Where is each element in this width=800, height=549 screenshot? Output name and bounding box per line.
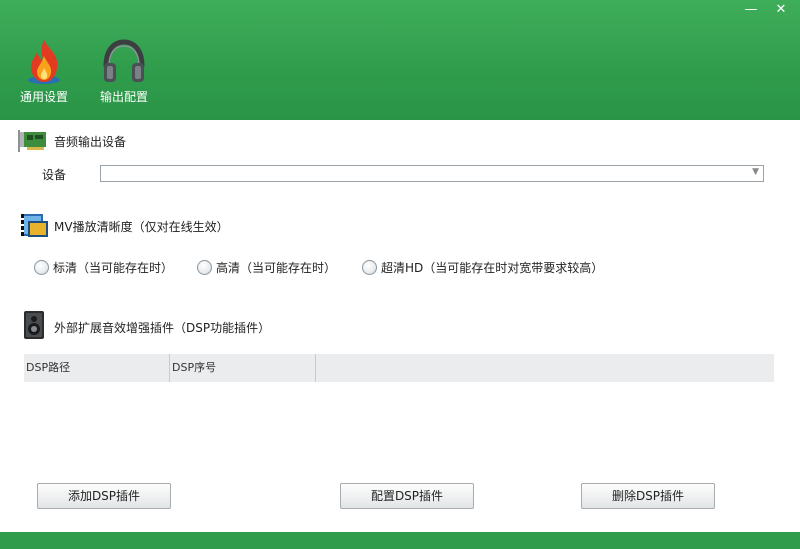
dsp-seq-column-header[interactable]: DSP序号 — [170, 354, 316, 382]
chevron-down-icon[interactable]: ▼ — [752, 167, 759, 177]
mv-quality-title: MV播放清晰度（仅对在线生效） — [54, 220, 229, 234]
title-bar: — ✕ 通用设置 输出配置 — [0, 0, 800, 120]
dsp-path-column-header[interactable]: DSP路径 — [24, 354, 170, 382]
delete-dsp-button[interactable]: 删除DSP插件 — [581, 483, 715, 509]
output-config-label: 输出配置 — [99, 90, 148, 104]
audio-output-title: 音频输出设备 — [54, 135, 127, 149]
radio-label: 超清HD（当可能存在时对宽带要求较高） — [381, 260, 604, 275]
radio-standard-definition[interactable]: 标清（当可能存在时） — [34, 258, 173, 276]
radio-high-definition[interactable]: 高清（当可能存在时） — [197, 258, 336, 276]
dsp-title: 外部扩展音效增强插件（DSP功能插件） — [54, 321, 271, 335]
radio-circle[interactable] — [197, 259, 212, 275]
speaker-icon — [24, 311, 44, 339]
general-settings-label: 通用设置 — [19, 90, 68, 104]
status-bar — [0, 532, 800, 549]
add-dsp-button[interactable]: 添加DSP插件 — [37, 483, 171, 509]
dsp-table[interactable]: DSP路径 DSP序号 — [24, 354, 774, 382]
device-label: 设备 — [42, 168, 67, 182]
radio-ultra-hd[interactable]: 超清HD（当可能存在时对宽带要求较高） — [362, 258, 603, 276]
general-settings-tab[interactable]: 通用设置 — [14, 36, 74, 106]
radio-circle[interactable] — [362, 259, 377, 275]
flame-icon — [28, 40, 60, 84]
radio-label: 高清（当可能存在时） — [216, 260, 337, 275]
minimize-button[interactable]: — — [738, 2, 764, 18]
radio-circle[interactable] — [34, 259, 49, 275]
close-button[interactable]: ✕ — [768, 2, 794, 18]
config-dsp-button[interactable]: 配置DSP插件 — [340, 483, 474, 509]
radio-label: 标清（当可能存在时） — [53, 260, 174, 275]
device-select[interactable]: ▼ — [100, 165, 764, 182]
film-icon — [21, 214, 48, 237]
headphones-icon — [103, 39, 145, 82]
output-config-tab[interactable]: 输出配置 — [94, 36, 154, 106]
sound-card-icon — [18, 130, 46, 152]
